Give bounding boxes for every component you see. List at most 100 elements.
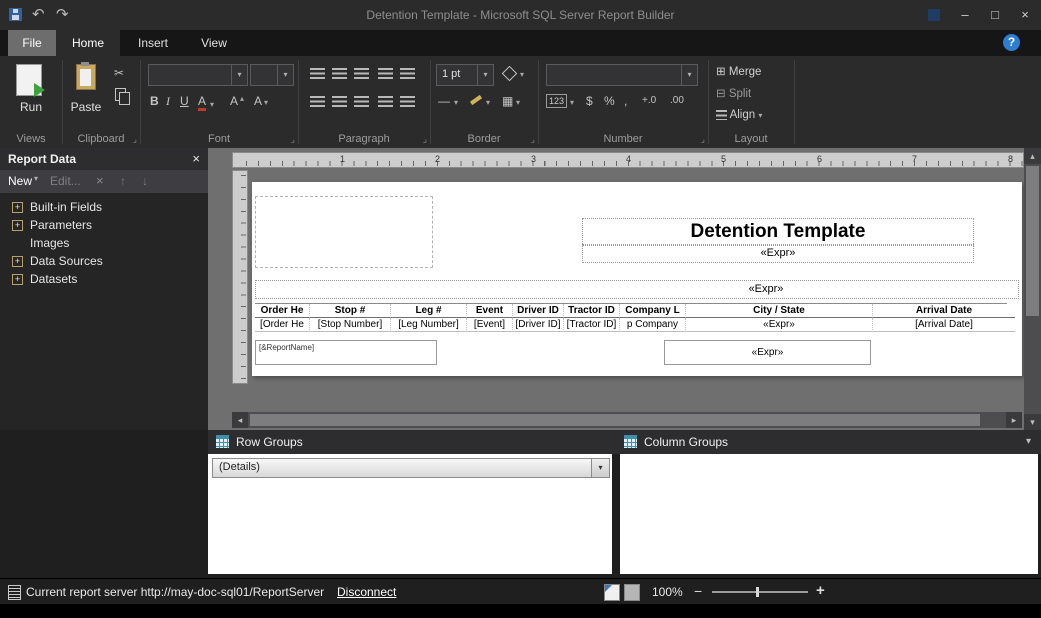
tablix-header-cell[interactable]: Driver ID [513,304,564,318]
tablix-header-cell[interactable]: City / State [686,304,873,318]
decrease-indent-icon[interactable] [378,68,393,79]
new-dropdown-icon[interactable]: ▾ [34,174,38,183]
tablix-header-cell[interactable]: Tractor ID [564,304,620,318]
tree-item-datasets[interactable]: + Datasets [0,270,208,288]
expand-icon[interactable]: + [12,256,23,267]
bold-button[interactable]: B [150,94,159,108]
numbering-icon[interactable] [400,96,415,107]
number-format-combo[interactable]: ▾ [546,64,698,86]
tablix-data-cell[interactable]: [Stop Number] [310,318,391,332]
bullets-icon[interactable] [378,96,393,107]
align-bottom-icon[interactable] [354,68,369,79]
line-style-icon[interactable]: — [438,94,450,108]
tablix-data-cell[interactable]: [Order He [255,318,310,332]
tablix-data-cell[interactable]: [Leg Number] [391,318,467,332]
cut-icon[interactable]: ✂ [114,66,124,80]
tablix-data-cell[interactable]: [Event] [467,318,513,332]
textbox-footer-expr[interactable]: «Expr» [664,340,871,365]
align-left-icon[interactable] [310,96,325,107]
zoom-slider[interactable] [712,591,808,593]
design-view-icon[interactable] [604,584,620,601]
tablix-data-cell[interactable]: [Arrival Date] [873,318,1015,332]
vertical-scrollbar[interactable]: ▴ ▾ [1024,148,1041,430]
fill-color-icon[interactable] [502,66,518,82]
vertical-scrollbar-thumb[interactable] [1026,166,1039,316]
tablix-header-cell[interactable]: Order He [255,304,310,318]
help-icon[interactable]: ? [1003,34,1020,51]
expand-icon[interactable]: + [12,220,23,231]
fill-color-dropdown-icon[interactable]: ▾ [520,68,524,82]
scroll-up-icon[interactable]: ▴ [1024,148,1041,164]
font-color-dropdown-icon[interactable]: ▾ [210,98,214,112]
align-top-icon[interactable] [310,68,325,79]
italic-button[interactable]: I [166,94,170,108]
clipboard-dialog-launcher-icon[interactable]: ⌟ [133,135,137,144]
tab-file[interactable]: File [8,30,56,56]
tab-home[interactable]: Home [56,30,120,56]
zoom-slider-thumb[interactable] [756,587,759,597]
tab-view[interactable]: View [186,30,242,56]
increase-indent-icon[interactable] [400,68,415,79]
edit-button[interactable]: Edit... [50,174,81,188]
border-color-icon[interactable] [470,95,482,105]
new-button[interactable]: New [8,174,32,188]
currency-button[interactable]: $ [586,94,593,108]
align-center-icon[interactable] [332,96,347,107]
border-dialog-launcher-icon[interactable]: ⌟ [531,135,535,144]
textbox-report-name[interactable]: [&ReportName] [255,340,437,365]
tablix-header-cell[interactable]: Leg # [391,304,467,318]
number-format-dropdown-icon[interactable]: ▾ [681,65,697,85]
column-groups-list[interactable] [620,454,1038,574]
zoom-out-button[interactable]: − [694,583,702,599]
increase-decimal-button[interactable]: +.0 [642,94,656,108]
move-up-icon[interactable]: ↑ [120,174,126,188]
print-layout-icon[interactable] [624,584,640,601]
tab-insert[interactable]: Insert [120,30,186,56]
tablix[interactable]: Order He Stop # Leg # Event Driver ID Tr… [255,303,1007,332]
comma-button[interactable]: , [624,94,627,108]
report-canvas[interactable]: Detention Template «Expr» «Expr» Order H… [252,182,1022,376]
details-group-item[interactable]: (Details) ▾ [212,458,610,478]
row-groups-list[interactable]: (Details) ▾ [208,454,612,574]
panel-close-icon[interactable]: × [192,151,200,166]
grouping-pane-menu-icon[interactable]: ▾ [1026,436,1031,447]
disconnect-link[interactable]: Disconnect [337,585,396,599]
line-style-dropdown-icon[interactable]: ▾ [454,96,458,110]
design-surface[interactable]: 1 2 3 4 5 6 7 8 Detention Template «Expr… [208,148,1024,430]
tree-item-data-sources[interactable]: + Data Sources [0,252,208,270]
font-size-combo[interactable]: ▾ [250,64,294,86]
borders-icon[interactable]: ▦ [502,94,513,108]
copy-icon[interactable] [115,88,126,101]
tablix-header-cell[interactable]: Company L [620,304,686,318]
textbox-band-expr[interactable]: «Expr» [255,280,1019,299]
minimize-button[interactable]: – [950,0,980,30]
tablix-data-cell[interactable]: p Company [620,318,686,332]
shrink-font-button[interactable]: A [254,94,262,108]
scroll-right-icon[interactable]: ▸ [1006,412,1022,428]
split-button[interactable]: ⊟ Split [716,86,751,100]
horizontal-scrollbar-thumb[interactable] [250,414,980,426]
border-width-combo[interactable]: 1 pt ▾ [436,64,494,86]
tablix-data-cell[interactable]: [Driver ID] [513,318,564,332]
tablix-header-cell[interactable]: Arrival Date [873,304,1015,318]
textbox-header-left[interactable] [255,196,433,268]
expand-icon[interactable]: + [12,202,23,213]
tablix-data-cell[interactable]: [Tractor ID] [564,318,620,332]
align-middle-icon[interactable] [332,68,347,79]
font-name-combo[interactable]: ▾ [148,64,248,86]
borders-dropdown-icon[interactable]: ▾ [516,96,520,110]
tree-item-parameters[interactable]: + Parameters [0,216,208,234]
scroll-down-icon[interactable]: ▾ [1024,414,1041,430]
tree-item-images[interactable]: Images [0,234,208,252]
delete-icon[interactable]: × [96,173,104,188]
tablix-header-cell[interactable]: Stop # [310,304,391,318]
font-size-dropdown-icon[interactable]: ▾ [277,65,293,85]
tablix-data-cell[interactable]: «Expr» [686,318,873,332]
merge-button[interactable]: ⊞ Merge [716,64,761,78]
expand-icon[interactable]: + [12,274,23,285]
scroll-left-icon[interactable]: ◂ [232,412,248,428]
textbox-subtitle-expr[interactable]: «Expr» [582,244,974,263]
number-123-button[interactable]: 123 [546,94,567,108]
decrease-decimal-button[interactable]: .00 [670,94,684,108]
textbox-report-title[interactable]: Detention Template [582,218,974,246]
